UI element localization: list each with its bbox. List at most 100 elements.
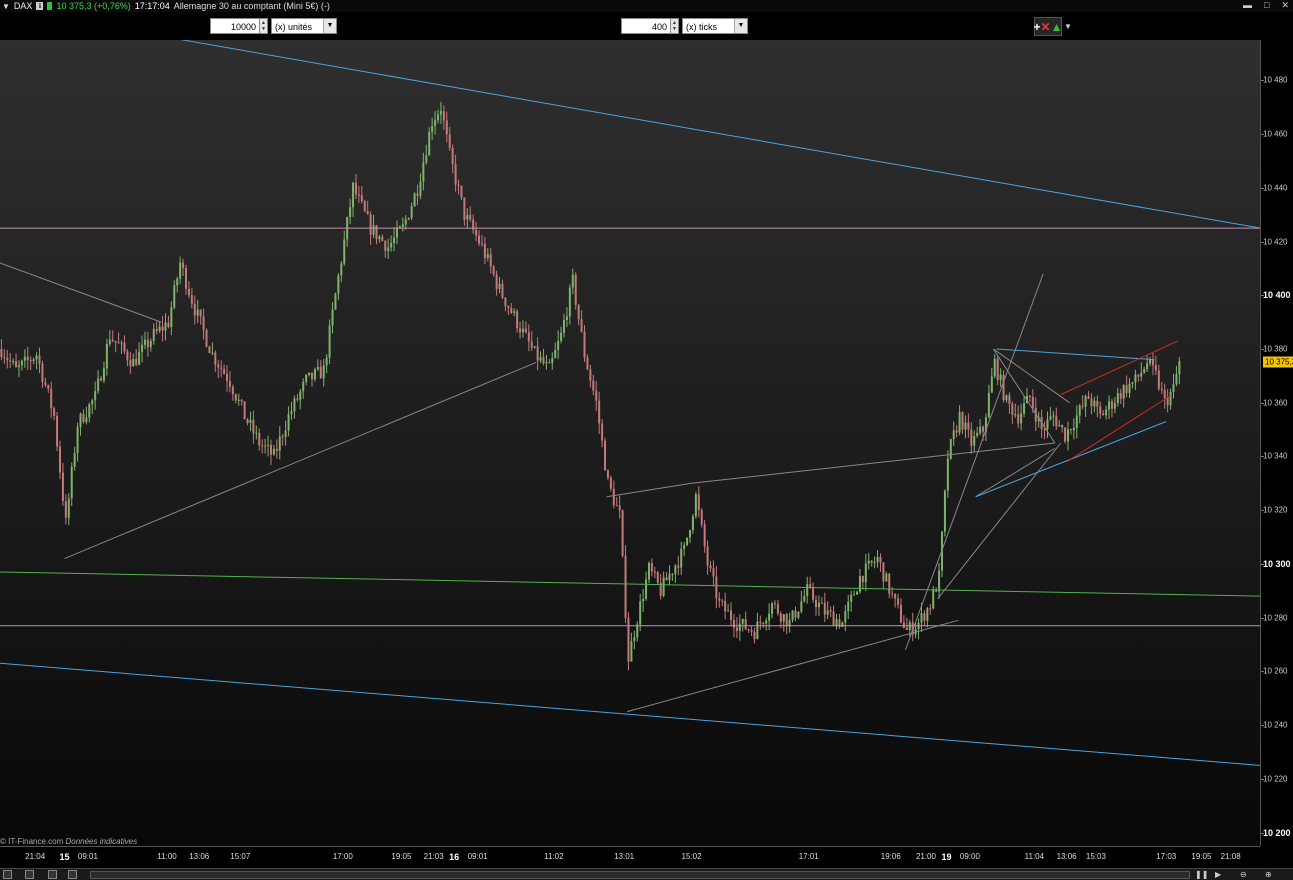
- candle-body: [363, 201, 366, 212]
- candle-body: [870, 560, 873, 563]
- candle-body: [410, 206, 413, 219]
- time-axis[interactable]: 21:04 15 09:01 11:00 13:06 15:07 17:00 19:05 21:…: [0, 846, 1260, 868]
- candle-body: [606, 470, 609, 478]
- candle-body: [97, 378, 100, 392]
- candle-body: [993, 358, 996, 377]
- history-scrollbar[interactable]: [90, 871, 1190, 879]
- tools-dropdown-icon[interactable]: ▼: [1064, 22, 1072, 31]
- ticks-input[interactable]: 400: [621, 18, 671, 34]
- ticks-select[interactable]: (x) ticks ▼: [682, 18, 748, 34]
- x-tick-label: 21:00: [915, 852, 936, 861]
- candle-body: [730, 610, 733, 621]
- trend-line[interactable]: [0, 262, 162, 323]
- pointer-icon[interactable]: [25, 870, 34, 879]
- trend-line[interactable]: [0, 571, 1260, 597]
- candle-body: [1064, 427, 1067, 442]
- chevron-down-icon[interactable]: ▼: [734, 19, 747, 33]
- price-chart[interactable]: [0, 40, 1260, 846]
- candle-body: [794, 610, 797, 618]
- candle-body: [888, 573, 891, 594]
- candle-body: [29, 360, 32, 362]
- candle-body: [571, 274, 574, 288]
- ticks-spin-icon[interactable]: ▲ ▼: [671, 18, 679, 34]
- x-tick-label: 15:02: [681, 852, 702, 861]
- y-tick-label: 10 420: [1263, 237, 1288, 246]
- candle-body: [779, 613, 782, 622]
- chevron-down-icon[interactable]: ▼: [323, 19, 336, 33]
- drawing-tools-icon[interactable]: + ✕ ▲: [1034, 17, 1062, 36]
- trend-line[interactable]: [993, 348, 1070, 404]
- candle-body: [961, 412, 964, 430]
- candle-body: [196, 309, 199, 316]
- trend-line[interactable]: [1060, 340, 1179, 396]
- candle-body: [1113, 403, 1116, 409]
- candle-body: [349, 207, 352, 218]
- units-stepper[interactable]: 10000 ▲ ▼ (x) unités ▼: [210, 18, 337, 34]
- candle-body: [703, 524, 706, 547]
- collapse-icon[interactable]: ▼: [2, 2, 10, 11]
- chart-canvas[interactable]: [0, 40, 1260, 846]
- candle-body: [1069, 429, 1072, 431]
- x-tick-label: 15:07: [230, 852, 251, 861]
- units-spin-icon[interactable]: ▲ ▼: [260, 18, 268, 34]
- units-select[interactable]: (x) unités ▼: [271, 18, 337, 34]
- candle-body: [1160, 388, 1163, 390]
- candle-body: [753, 631, 756, 639]
- candle-body: [876, 557, 879, 563]
- candle-body: [650, 562, 653, 572]
- candle-body: [548, 362, 551, 364]
- candle-body: [384, 240, 387, 252]
- candle-body: [967, 422, 970, 430]
- candle-body: [557, 340, 560, 350]
- info-icon[interactable]: i: [36, 2, 44, 10]
- scroll-end-icon[interactable]: ▶: [1215, 870, 1221, 879]
- candle-body: [510, 307, 513, 313]
- candle-body: [445, 120, 448, 135]
- current-price-label: 10 375,3: [1263, 356, 1293, 368]
- template-icon[interactable]: [68, 870, 77, 879]
- units-input[interactable]: 10000: [210, 18, 260, 34]
- trend-line[interactable]: [0, 662, 1260, 766]
- y-tick-label: 10 280: [1263, 613, 1288, 623]
- minimize-icon[interactable]: ▬: [1243, 0, 1252, 11]
- maximize-icon[interactable]: □: [1264, 0, 1269, 11]
- cursor-icon[interactable]: [3, 870, 12, 879]
- candle-body: [76, 426, 79, 454]
- candle-body: [261, 445, 264, 447]
- trend-line[interactable]: [626, 619, 959, 713]
- candle-body: [902, 622, 905, 628]
- trend-line[interactable]: [975, 447, 1056, 498]
- price-axis[interactable]: 10 480 10 460 10 440 10 420 10 400 10 380 10 3…: [1260, 40, 1293, 846]
- title-bar: ▼ DAX i 10 375,3 (+0,76%) 17:17:04 Allem…: [0, 0, 1293, 12]
- zoom-in-icon[interactable]: ⊕: [1265, 870, 1272, 879]
- ticks-stepper[interactable]: 400 ▲ ▼ (x) ticks ▼: [621, 18, 748, 34]
- candle-body: [211, 352, 214, 354]
- candle-body: [316, 366, 319, 370]
- candle-body: [278, 436, 281, 451]
- x-tick-label: 16: [449, 852, 460, 862]
- candle-body: [454, 163, 457, 185]
- candle-body: [67, 498, 70, 518]
- trend-line[interactable]: [904, 273, 1044, 651]
- close-icon[interactable]: ✕: [1281, 0, 1289, 11]
- candle-body: [803, 595, 806, 602]
- candle-body: [463, 197, 466, 220]
- zoom-out-icon[interactable]: ⊖: [1240, 870, 1247, 879]
- candle-body: [504, 297, 507, 307]
- pause-icon[interactable]: ❚❚: [1195, 870, 1208, 879]
- candle-body: [926, 608, 929, 621]
- candle-body: [228, 381, 231, 387]
- chart-type-icon[interactable]: [48, 870, 57, 879]
- trend-line[interactable]: [937, 442, 1062, 600]
- candle-body: [32, 359, 35, 362]
- trend-line[interactable]: [152, 40, 1260, 229]
- trend-line[interactable]: [606, 482, 692, 498]
- trend-line[interactable]: [691, 442, 1055, 484]
- candle-body: [797, 611, 800, 618]
- trend-line[interactable]: [996, 348, 1155, 361]
- candle-body: [1122, 385, 1125, 399]
- candle-body: [879, 557, 882, 563]
- candle-body: [756, 621, 759, 639]
- candle-body: [1125, 385, 1128, 393]
- candle-body: [313, 369, 316, 380]
